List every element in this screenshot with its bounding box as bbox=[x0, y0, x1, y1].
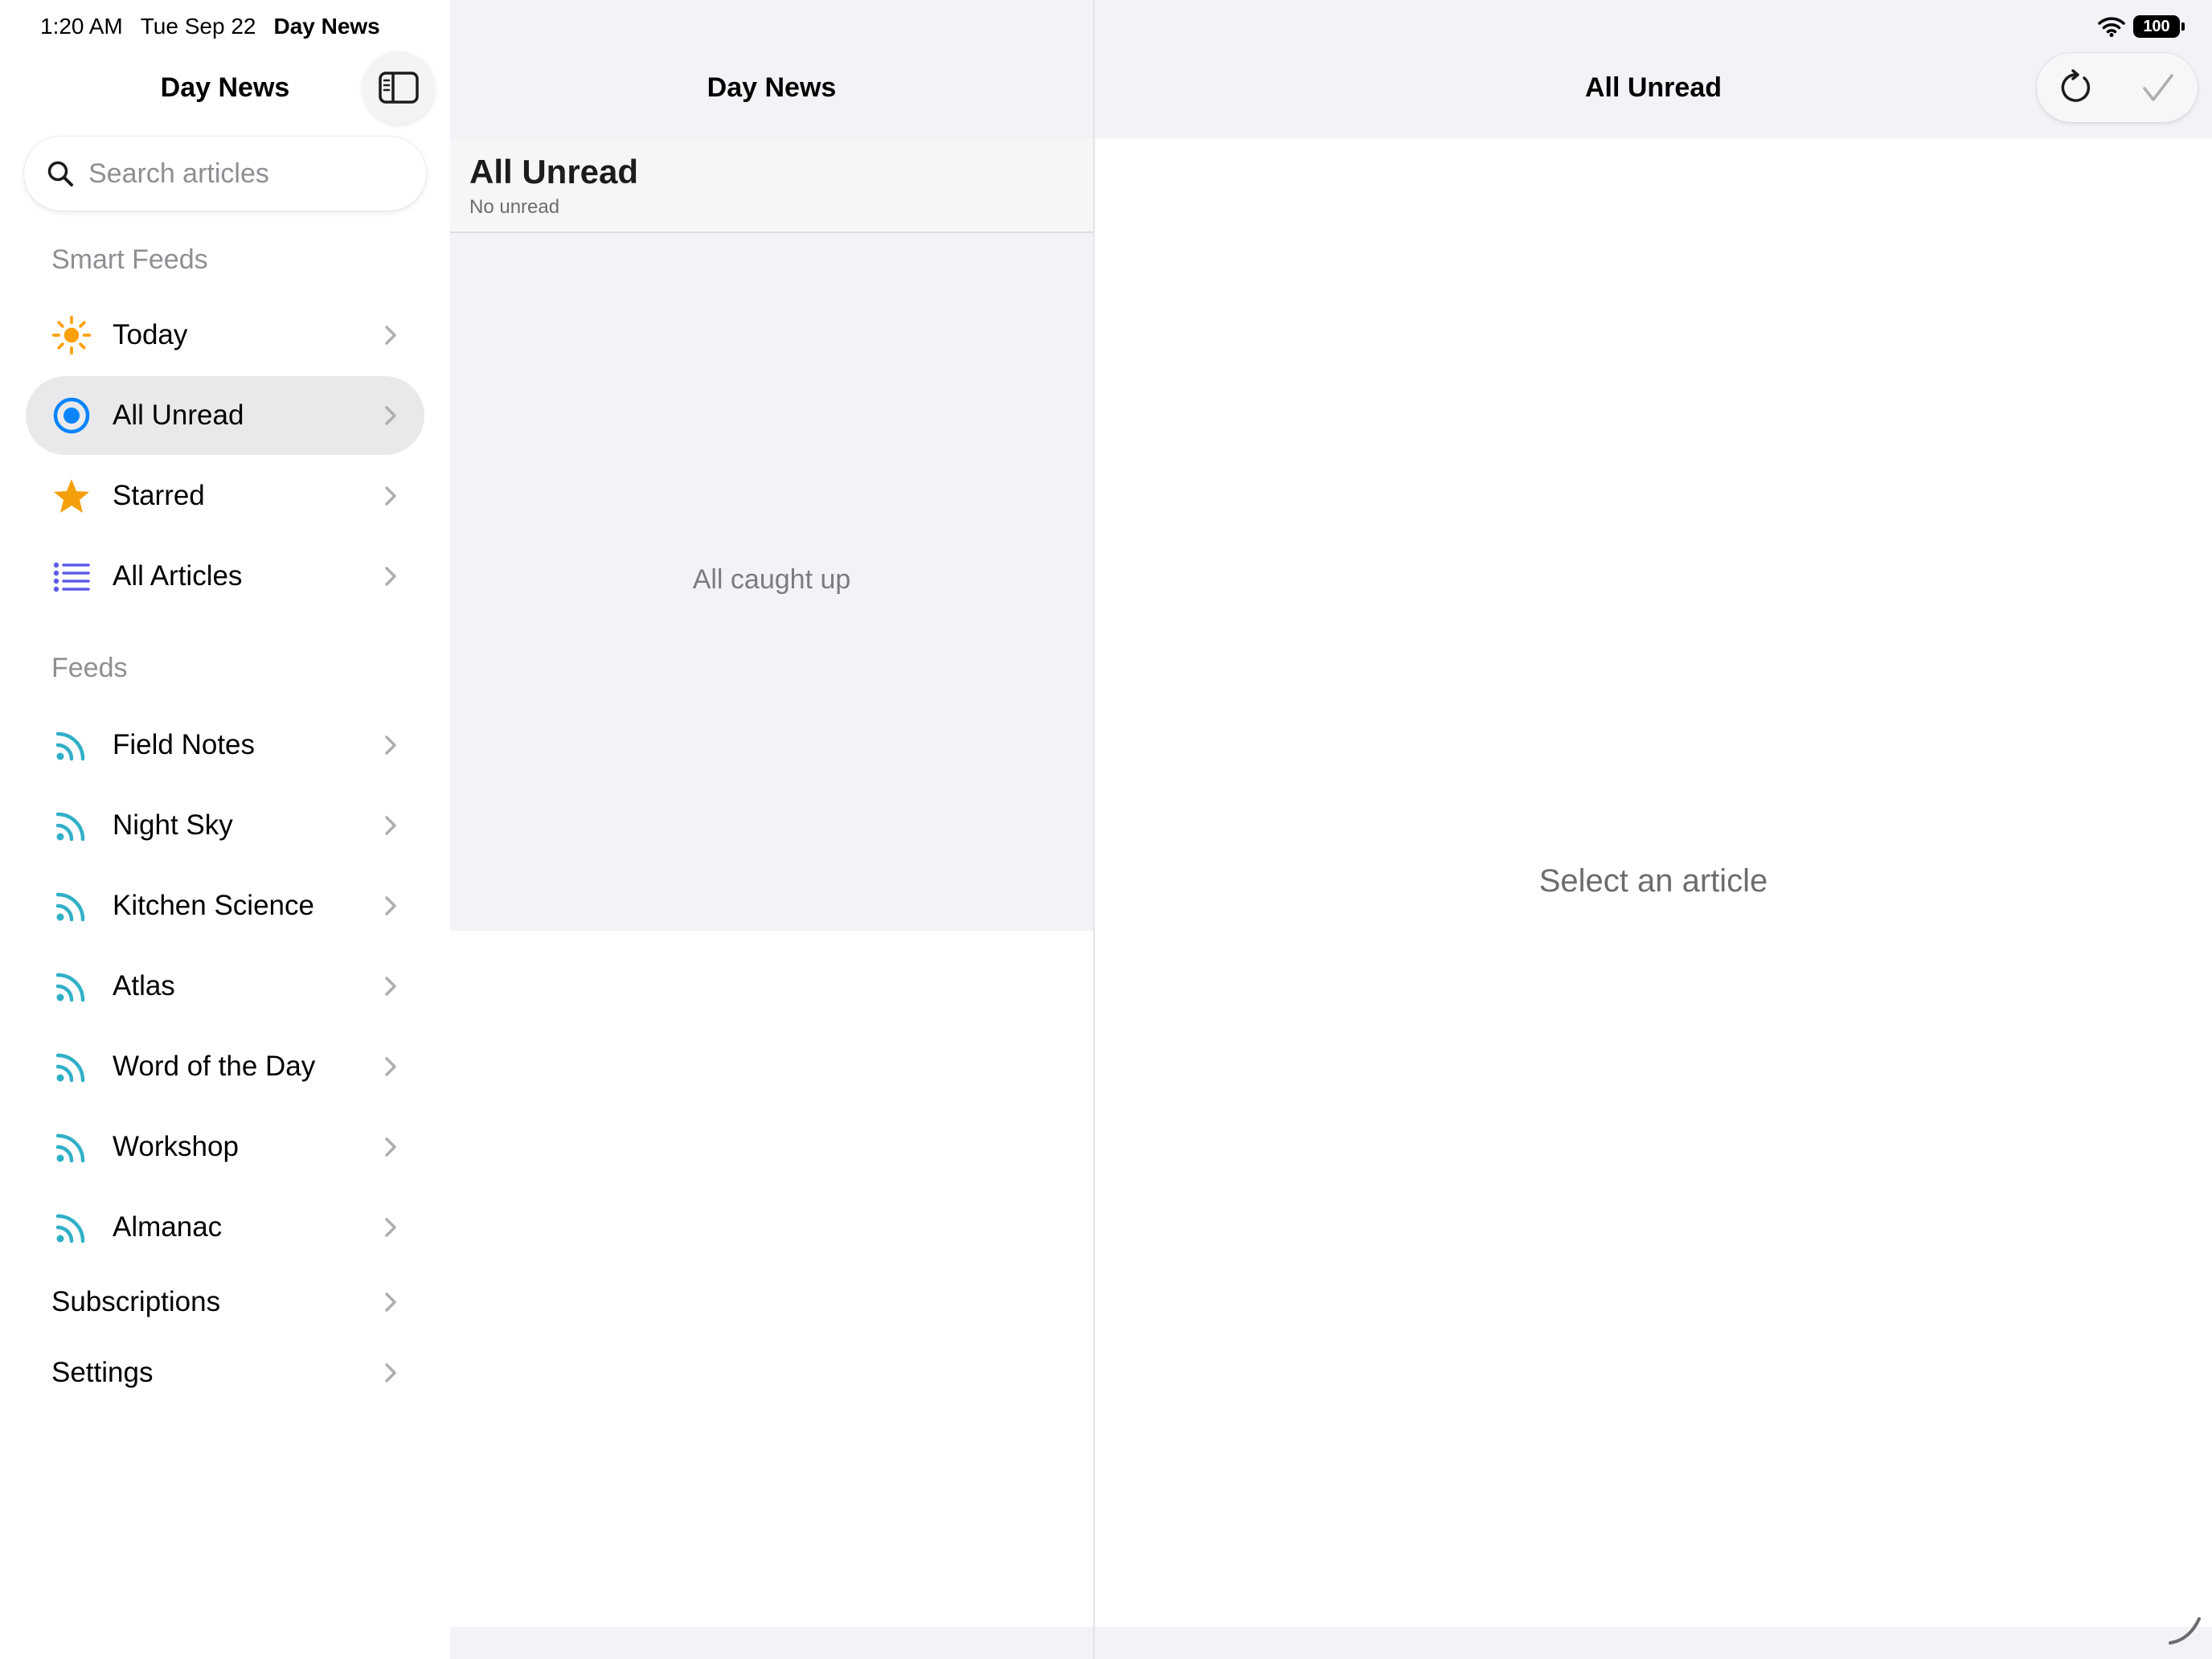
rss-icon bbox=[51, 1207, 92, 1247]
smart-feed-label: All Unread bbox=[113, 399, 244, 431]
feed-label: Word of the Day bbox=[113, 1051, 316, 1082]
list-header-subtitle: No unread bbox=[469, 196, 560, 218]
article-detail-column: All Unread 100 Select an article bbox=[1095, 0, 2212, 1659]
status-app-name[interactable]: Day News bbox=[273, 14, 379, 39]
bottom-bar bbox=[1095, 1627, 2212, 1659]
subscriptions-item[interactable]: Subscriptions bbox=[26, 1270, 424, 1334]
sun-icon bbox=[51, 315, 92, 355]
smart-feeds-header: Smart Feeds bbox=[51, 244, 208, 275]
chevron-right-icon bbox=[385, 1218, 396, 1237]
rss-icon bbox=[51, 1127, 92, 1167]
window-resize-handle[interactable] bbox=[2164, 1608, 2204, 1648]
rss-icon bbox=[51, 805, 92, 846]
feed-label: Night Sky bbox=[113, 809, 233, 841]
list-header-title: All Unread bbox=[469, 153, 639, 190]
feed-item-atlas[interactable]: Atlas bbox=[26, 947, 424, 1026]
feed-item-workshop[interactable]: Workshop bbox=[26, 1108, 424, 1186]
status-date: Tue Sep 22 bbox=[140, 14, 256, 39]
checkmark-icon bbox=[2143, 74, 2173, 101]
chevron-right-icon bbox=[385, 567, 396, 586]
chevron-right-icon bbox=[385, 816, 396, 835]
chevron-right-icon bbox=[385, 1057, 396, 1076]
smart-feed-label: Starred bbox=[113, 480, 205, 511]
battery-tip bbox=[2181, 23, 2185, 31]
smart-feed-all-articles[interactable]: All Articles bbox=[26, 537, 424, 616]
chevron-right-icon bbox=[385, 977, 396, 996]
sidebar: 1:20 AM Tue Sep 22 Day News Day News Sma… bbox=[0, 0, 450, 1659]
feed-label: Atlas bbox=[113, 970, 175, 1002]
list-header: All Unread No unread bbox=[450, 138, 1093, 233]
empty-state: All caught up bbox=[450, 233, 1093, 931]
feed-item-almanac[interactable]: Almanac bbox=[26, 1188, 424, 1267]
unread-circle-icon bbox=[51, 395, 92, 436]
bottom-bar bbox=[450, 1627, 1093, 1659]
search-icon bbox=[47, 161, 73, 186]
smart-feed-starred[interactable]: Starred bbox=[26, 457, 424, 535]
detail-empty-text: Select an article bbox=[1538, 863, 1768, 899]
refresh-button[interactable] bbox=[2056, 68, 2096, 108]
rss-icon bbox=[51, 1047, 92, 1087]
chevron-right-icon bbox=[385, 486, 396, 506]
star-icon bbox=[51, 476, 92, 516]
rss-icon bbox=[51, 725, 92, 765]
feed-label: Kitchen Science bbox=[113, 890, 314, 921]
feed-item-word-of-the-day[interactable]: Word of the Day bbox=[26, 1027, 424, 1106]
status-bar-right: 100 bbox=[2098, 13, 2185, 40]
rss-icon bbox=[51, 966, 92, 1006]
smart-feed-label: Today bbox=[113, 319, 188, 350]
battery-indicator: 100 bbox=[2133, 15, 2180, 38]
chevron-right-icon bbox=[385, 326, 396, 345]
article-list-column: Day News All Unread No unread All caught… bbox=[450, 0, 1093, 1659]
empty-state-text: All caught up bbox=[692, 564, 851, 595]
chevron-right-icon bbox=[385, 896, 396, 916]
wifi-icon bbox=[2098, 17, 2125, 37]
smart-feed-today[interactable]: Today bbox=[26, 296, 424, 375]
status-bar-left: 1:20 AM Tue Sep 22 Day News bbox=[40, 13, 380, 40]
settings-item[interactable]: Settings bbox=[26, 1341, 424, 1405]
list-icon bbox=[51, 556, 92, 596]
app-window: 1:20 AM Tue Sep 22 Day News Day News Sma… bbox=[0, 0, 2212, 1659]
subscriptions-label: Subscriptions bbox=[51, 1286, 221, 1317]
toolbar-actions bbox=[2037, 53, 2198, 122]
feeds-header: Feeds bbox=[51, 653, 128, 683]
chevron-right-icon bbox=[385, 1363, 396, 1382]
list-nav-title: Day News bbox=[707, 72, 837, 103]
feed-item-kitchen-science[interactable]: Kitchen Science bbox=[26, 866, 424, 945]
feed-label: Field Notes bbox=[113, 729, 256, 760]
rss-icon bbox=[51, 886, 92, 926]
chevron-right-icon bbox=[385, 1137, 396, 1157]
smart-feed-label: All Articles bbox=[113, 560, 243, 592]
chevron-right-icon bbox=[385, 735, 396, 755]
sidebar-toggle-button[interactable] bbox=[363, 51, 435, 124]
feed-label: Almanac bbox=[113, 1211, 223, 1243]
feed-label: Workshop bbox=[113, 1131, 239, 1162]
chevron-right-icon bbox=[385, 406, 396, 425]
sidebar-toggle-icon bbox=[379, 72, 419, 104]
settings-label: Settings bbox=[51, 1357, 154, 1388]
mark-all-read-button[interactable] bbox=[2138, 68, 2178, 108]
feed-item-field-notes[interactable]: Field Notes bbox=[26, 706, 424, 784]
status-time: 1:20 AM bbox=[40, 14, 123, 39]
refresh-icon bbox=[2061, 69, 2091, 102]
smart-feed-all-unread[interactable]: All Unread bbox=[26, 376, 424, 455]
search-field[interactable] bbox=[24, 137, 426, 211]
feed-item-night-sky[interactable]: Night Sky bbox=[26, 786, 424, 865]
search-input[interactable] bbox=[88, 158, 410, 190]
chevron-right-icon bbox=[385, 1292, 396, 1312]
